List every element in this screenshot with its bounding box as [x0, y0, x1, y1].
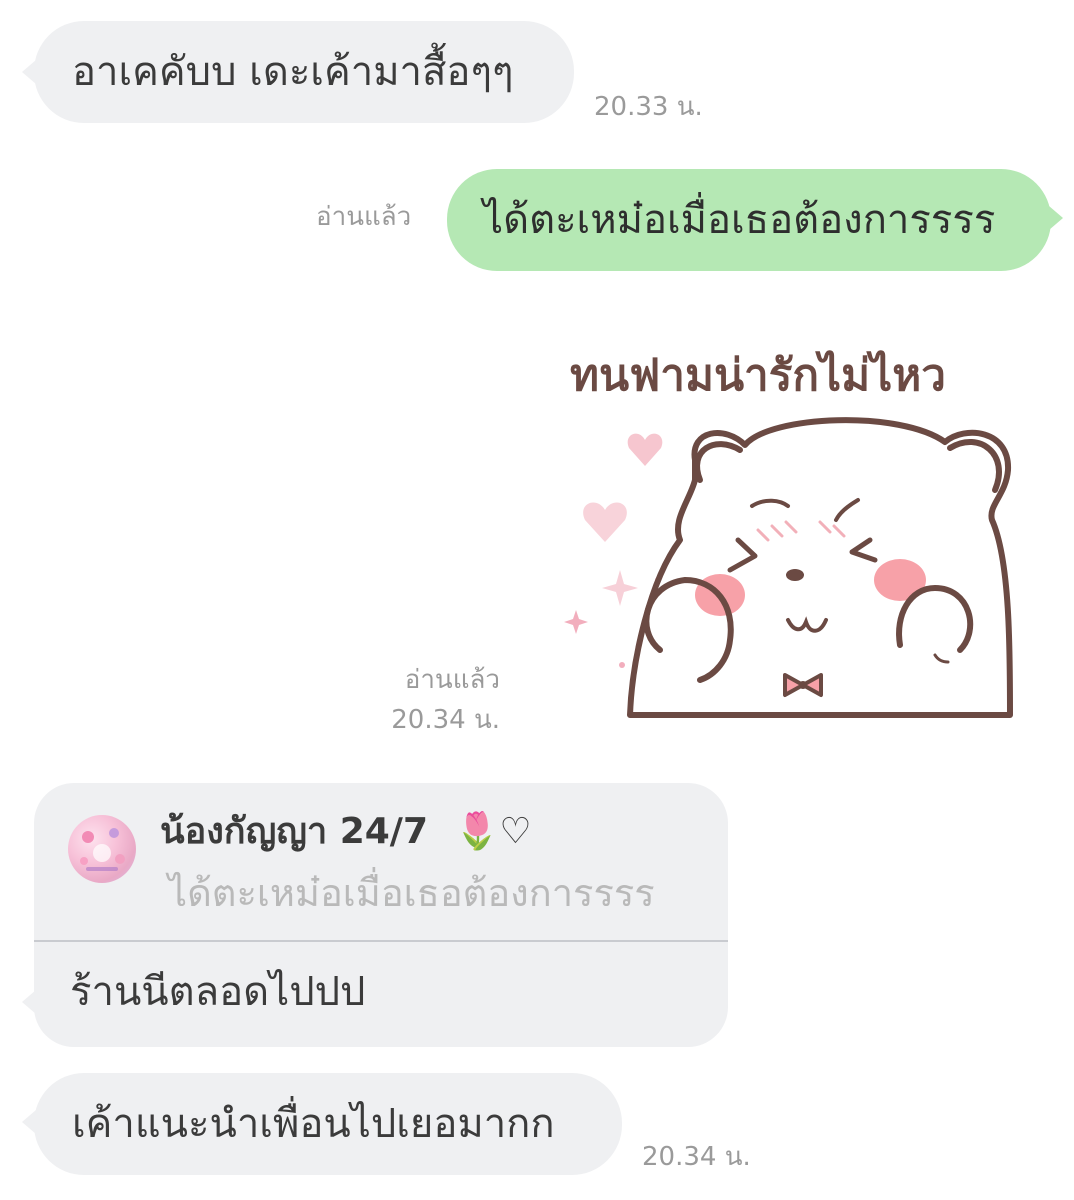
sparkle-icon — [602, 570, 638, 606]
sender-name: น้องกัญญา 24/7 — [160, 811, 428, 852]
sticker-image: ทนฟามน่ารักไม่ไหว — [564, 349, 1013, 718]
message-text: ร้านนีตลอดไปปป — [70, 969, 366, 1015]
message-timestamp: 20.34 น. — [391, 705, 500, 735]
sender-name-suffix: 🌷♡ — [454, 811, 532, 852]
message-text: อาเคคับบ เดะเค้ามาสื้อๆๆ — [72, 49, 514, 95]
read-receipt: อ่านแล้ว — [316, 202, 412, 232]
bubble-tail — [1049, 206, 1063, 230]
quoted-message-text: ได้ตะเหม๋อเมื่อเธอต้องการรรร — [168, 871, 655, 915]
heart-icon — [583, 502, 627, 542]
read-receipt: อ่านแล้ว — [404, 665, 500, 695]
message-text: ได้ตะเหม๋อเมื่อเธอต้องการรรร — [483, 197, 996, 243]
incoming-message-bubble[interactable]: เค้าแนะนำเพื่อนไปเยอมากก — [34, 1073, 622, 1175]
message-timestamp: 20.33 น. — [594, 92, 703, 122]
avatar-image — [80, 828, 125, 871]
incoming-message-bubble[interactable]: อาเคคับบ เดะเค้ามาสื้อๆๆ — [34, 21, 574, 123]
bear-blushing-sticker[interactable]: ทนฟามน่ารักไม่ไหว — [540, 330, 1040, 730]
heart-icon — [627, 433, 663, 466]
message-timestamp: 20.34 น. — [642, 1142, 751, 1172]
sparkle-icon — [564, 610, 588, 634]
reply-sender-name: น้องกัญญา 24/7 🌷♡ — [160, 809, 532, 855]
reply-message-bubble[interactable]: น้องกัญญา 24/7 🌷♡ ได้ตะเหม๋อเมื่อเธอต้อง… — [34, 783, 728, 1047]
outgoing-message-bubble[interactable]: ได้ตะเหม๋อเมื่อเธอต้องการรรร — [447, 169, 1051, 271]
avatar — [68, 815, 136, 883]
message-text: เค้าแนะนำเพื่อนไปเยอมากก — [72, 1101, 555, 1147]
sticker-caption: ทนฟามน่ารักไม่ไหว — [570, 349, 946, 401]
divider — [34, 940, 728, 942]
